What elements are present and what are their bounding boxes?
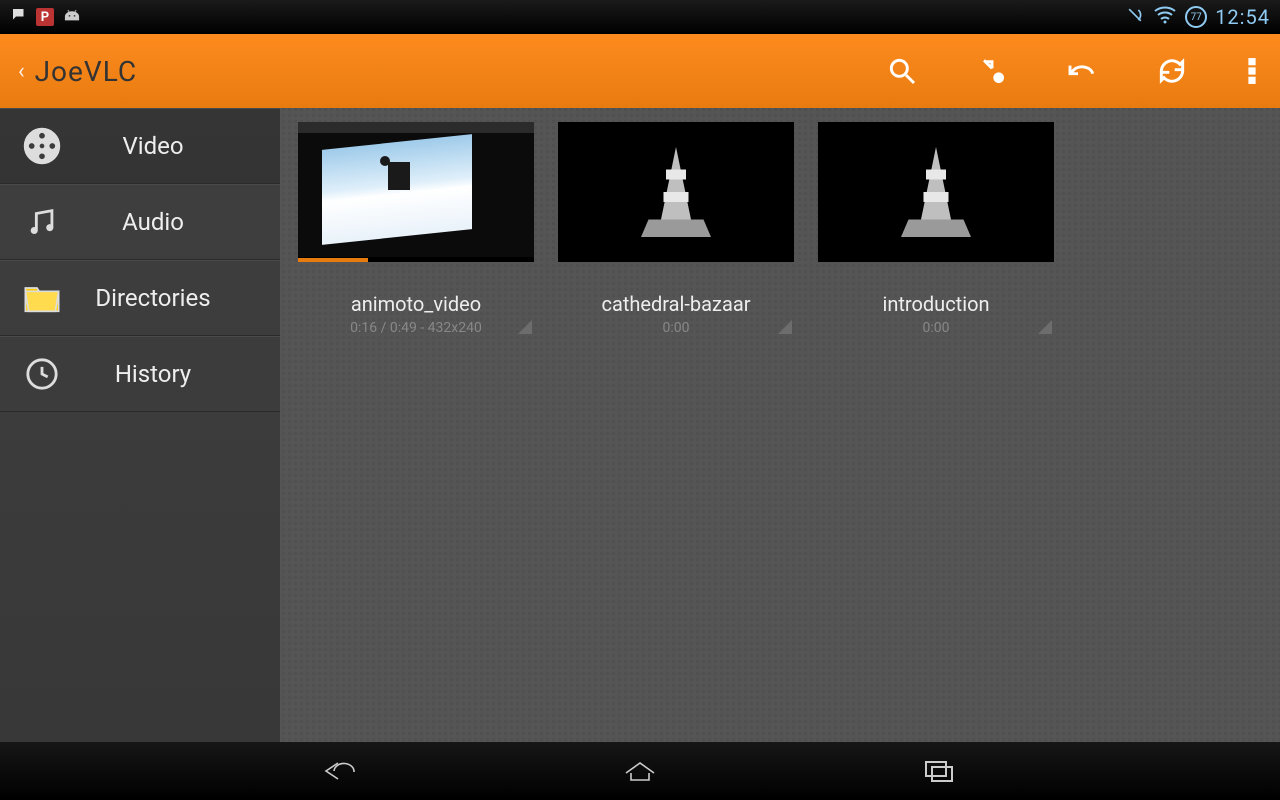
back-caret-icon[interactable]: ‹ — [18, 59, 25, 84]
undo-icon — [1064, 55, 1100, 87]
sidebar-item-audio[interactable]: Audio — [0, 184, 280, 260]
action-bar-left[interactable]: ‹ JoeVLC — [18, 55, 137, 88]
vlc-cone-icon — [631, 137, 721, 247]
android-status-bar: P 77 12:54 — [0, 0, 1280, 34]
context-menu-corner-icon[interactable] — [1038, 320, 1052, 334]
status-left-icons: P — [10, 6, 82, 29]
video-thumbnail — [818, 122, 1054, 262]
video-thumbnail — [558, 122, 794, 262]
video-title: introduction — [882, 292, 989, 316]
p-badge-icon: P — [36, 8, 54, 26]
video-meta: 0:00 — [663, 320, 690, 336]
sidebar-item-label: Directories — [48, 284, 258, 312]
android-nav-bar — [0, 742, 1280, 800]
open-stream-icon — [976, 55, 1008, 87]
overflow-menu-icon — [1248, 57, 1256, 85]
sidebar-item-label: History — [48, 360, 258, 388]
sidebar-item-label: Video — [48, 132, 258, 160]
video-thumbnail — [298, 122, 534, 262]
open-stream-button[interactable] — [972, 51, 1012, 91]
mute-icon — [1125, 5, 1145, 30]
search-icon — [886, 55, 918, 87]
video-card[interactable]: introduction 0:00 — [816, 122, 1056, 336]
battery-circle-icon: 77 — [1185, 6, 1207, 28]
chat-icon — [10, 6, 28, 29]
video-title: animoto_video — [351, 292, 481, 316]
undo-button[interactable] — [1062, 51, 1102, 91]
app-body: Video Audio Directories History — [0, 108, 1280, 742]
context-menu-corner-icon[interactable] — [778, 320, 792, 334]
video-card[interactable]: cathedral-bazaar 0:00 — [556, 122, 796, 336]
video-card[interactable]: animoto_video 0:16 / 0:49 - 432x240 — [296, 122, 536, 336]
sidebar: Video Audio Directories History — [0, 108, 280, 742]
status-clock: 12:54 — [1215, 5, 1270, 29]
video-title: cathedral-bazaar — [601, 292, 750, 316]
search-button[interactable] — [882, 51, 922, 91]
nav-recent-button[interactable] — [900, 751, 980, 791]
refresh-button[interactable] — [1152, 51, 1192, 91]
sidebar-item-label: Audio — [48, 208, 258, 236]
snowboarder-thumbnail-image — [298, 122, 534, 257]
refresh-icon — [1156, 55, 1188, 87]
sidebar-item-video[interactable]: Video — [0, 108, 280, 184]
video-meta: 0:00 — [923, 320, 950, 336]
nav-home-button[interactable] — [600, 751, 680, 791]
nav-back-button[interactable] — [300, 751, 380, 791]
app-action-bar: ‹ JoeVLC — [0, 34, 1280, 108]
status-right-icons: 77 12:54 — [1125, 5, 1270, 30]
overflow-menu-button[interactable] — [1242, 51, 1262, 91]
vlc-cone-icon — [891, 137, 981, 247]
context-menu-corner-icon[interactable] — [518, 320, 532, 334]
video-meta: 0:16 / 0:49 - 432x240 — [350, 320, 482, 336]
sidebar-item-directories[interactable]: Directories — [0, 260, 280, 336]
action-bar-actions — [882, 51, 1262, 91]
app-title: JoeVLC — [35, 55, 138, 88]
wifi-icon — [1153, 5, 1177, 30]
video-grid: animoto_video 0:16 / 0:49 - 432x240 cath… — [280, 108, 1280, 742]
sidebar-item-history[interactable]: History — [0, 336, 280, 412]
android-head-icon — [62, 6, 82, 29]
